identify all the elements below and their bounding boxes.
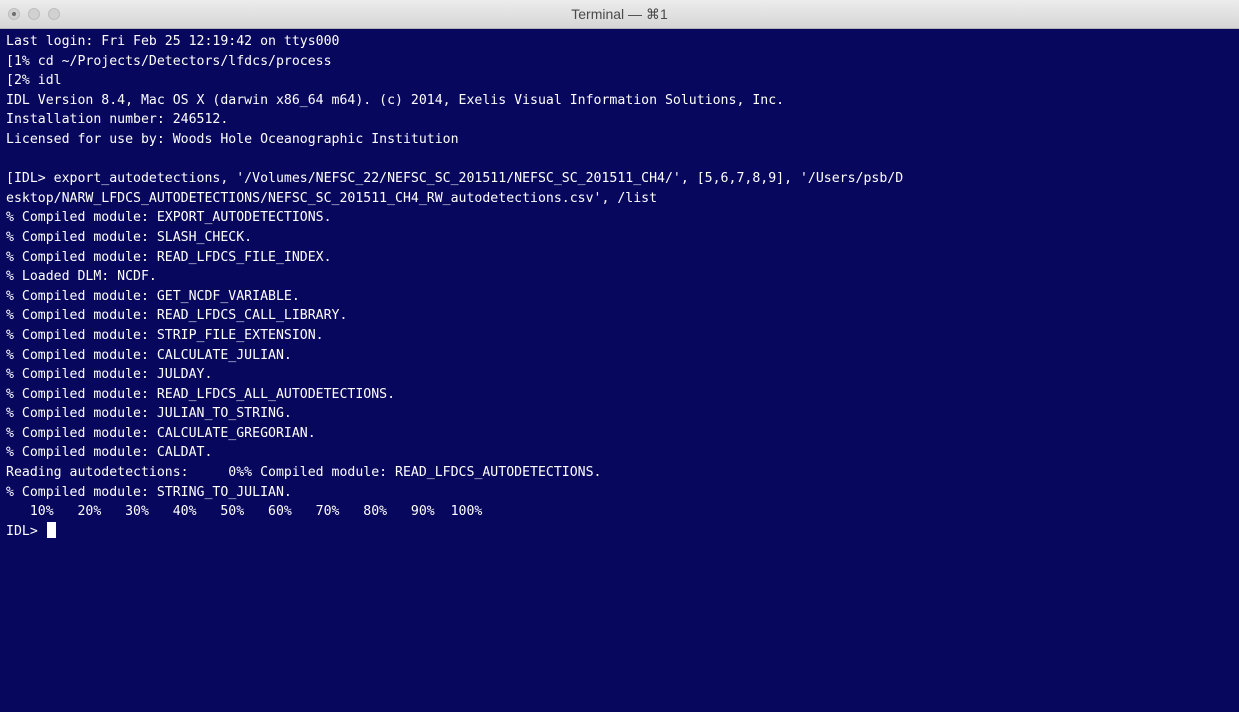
output-line: % Compiled module: EXPORT_AUTODETECTIONS… [6,210,332,226]
output-line: % Compiled module: CALCULATE_JULIAN. [6,347,292,363]
output-line: % Compiled module: READ_LFDCS_FILE_INDEX… [6,249,332,265]
output-line: % Compiled module: CALCULATE_GREGORIAN. [6,425,316,441]
output-line: % Compiled module: JULIAN_TO_STRING. [6,406,292,422]
output-line: % Compiled module: GET_NCDF_VARIABLE. [6,288,300,304]
output-line: Reading autodetections: 0%% Compiled mod… [6,465,602,481]
output-line: Licensed for use by: Woods Hole Oceanogr… [6,131,459,147]
output-line: Installation number: 246512. [6,112,229,128]
output-line: Last login: Fri Feb 25 12:19:42 on ttys0… [6,34,340,49]
prompt-line[interactable]: IDL> [6,521,1239,542]
terminal-window: Terminal — ⌘1 Last login: Fri Feb 25 12:… [0,0,1239,712]
output-line: % Compiled module: CALDAT. [6,445,213,461]
window-title: Terminal — ⌘1 [571,6,668,22]
output-line: % Compiled module: READ_LFDCS_CALL_LIBRA… [6,308,348,324]
output-line: [2% idl [6,73,62,89]
output-line: % Compiled module: READ_LFDCS_ALL_AUTODE… [6,386,396,402]
text-cursor [46,521,56,538]
output-line: [1% cd ~/Projects/Detectors/lfdcs/proces… [6,53,332,69]
idl-prompt: IDL> [6,523,46,539]
output-line: % Compiled module: JULDAY. [6,367,213,383]
title-bar[interactable]: Terminal — ⌘1 [0,0,1239,29]
output-line: [IDL> export_autodetections, '/Volumes/N… [6,171,904,187]
output-line: IDL Version 8.4, Mac OS X (darwin x86_64… [6,92,785,108]
output-line: % Compiled module: STRING_TO_JULIAN. [6,484,292,500]
terminal-output[interactable]: Last login: Fri Feb 25 12:19:42 on ttys0… [0,29,1239,712]
output-line: % Loaded DLM: NCDF. [6,269,157,285]
output-line: % Compiled module: SLASH_CHECK. [6,229,253,245]
output-line: esktop/NARW_LFDCS_AUTODETECTIONS/NEFSC_S… [6,190,658,206]
output-line: % Compiled module: STRIP_FILE_EXTENSION. [6,327,324,343]
output-line: 10% 20% 30% 40% 50% 60% 70% 80% 90% 100% [6,504,483,520]
